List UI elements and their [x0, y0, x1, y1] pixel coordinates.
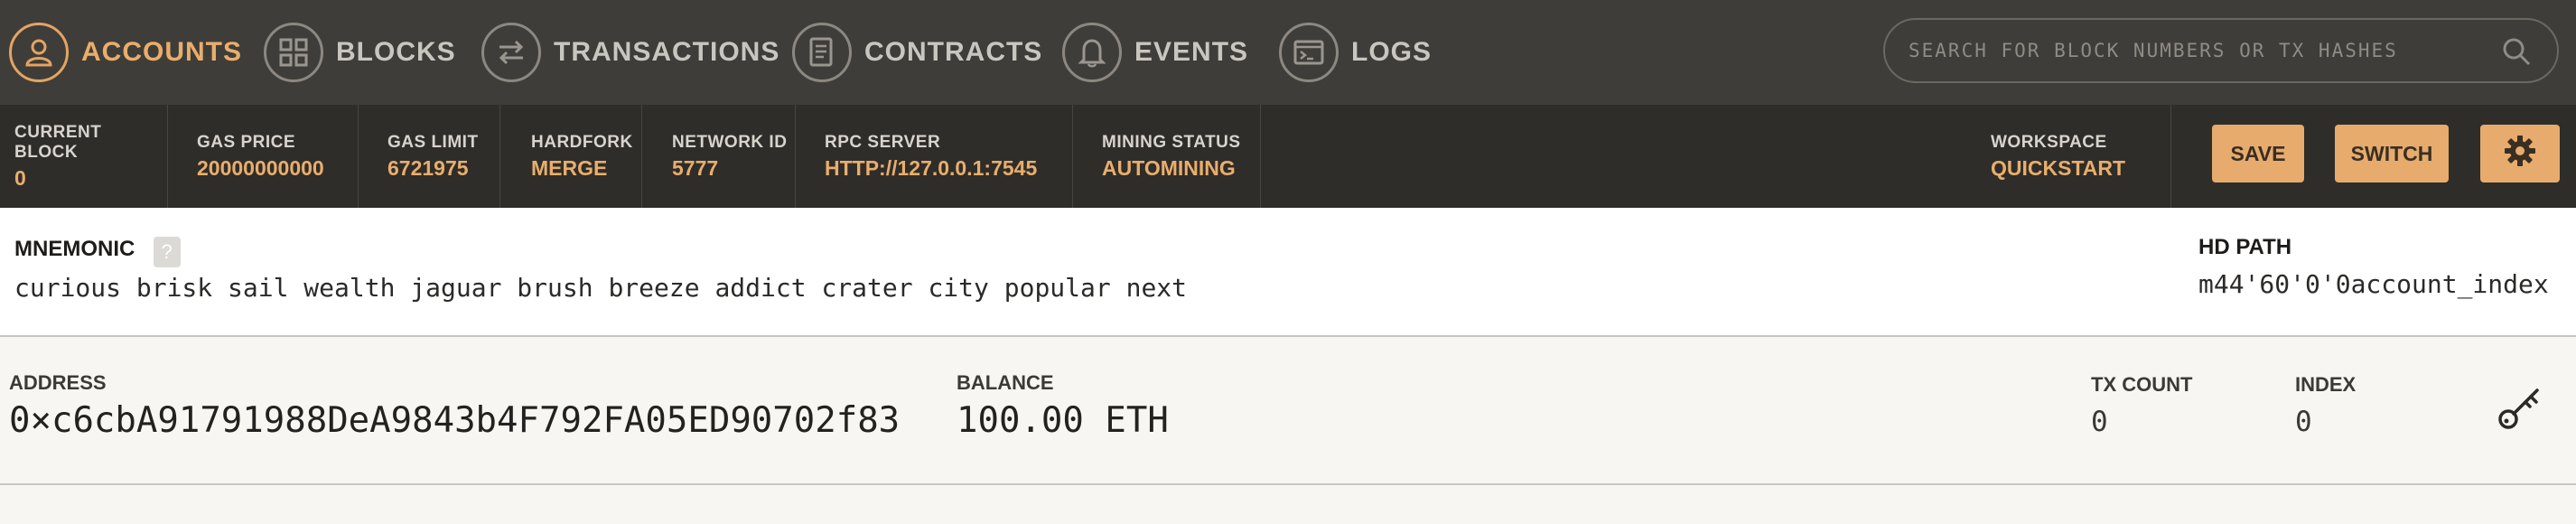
search-box	[1883, 18, 2559, 83]
stat-value: QUICKSTART	[1991, 155, 2126, 180]
stat-hardfork: HARDFORK MERGE	[500, 105, 642, 208]
top-navigation: ACCOUNTS BLOCKS TRANSACTIONS CONTRACTS E…	[0, 0, 2576, 105]
divider	[2170, 105, 2171, 208]
stat-mining-status: MINING STATUS AUTOMINING	[1073, 105, 1261, 208]
nav-transactions-label: TRANSACTIONS	[554, 37, 780, 67]
nav-logs-label: LOGS	[1351, 37, 1433, 67]
stat-value: AUTOMINING	[1102, 155, 1236, 180]
nav-logs[interactable]: LOGS	[1279, 16, 1432, 89]
balance-label: BALANCE	[957, 371, 1054, 394]
transfer-arrows-icon	[481, 23, 541, 82]
search-icon[interactable]	[2501, 36, 2532, 71]
stat-value: 0	[14, 165, 26, 190]
stat-label: GAS LIMIT	[387, 132, 479, 152]
stat-label: HARDFORK	[531, 132, 633, 152]
gear-icon	[2502, 133, 2538, 174]
stat-value: MERGE	[531, 155, 608, 180]
nav-events[interactable]: EVENTS	[1062, 16, 1248, 89]
account-row[interactable]: ADDRESS 0×c6cbA91791988DeA9843b4F792FA05…	[0, 337, 2576, 485]
settings-button[interactable]	[2480, 125, 2560, 182]
stat-current-block: CURRENT BLOCK 0	[0, 105, 168, 208]
mnemonic-label: MNEMONIC	[14, 237, 135, 262]
balance-value: 100.00 ETH	[957, 400, 1169, 441]
save-button[interactable]: SAVE	[2212, 125, 2304, 182]
stat-value: HTTP://127.0.0.1:7545	[825, 155, 1038, 180]
stat-value: 6721975	[387, 155, 469, 180]
stat-label: MINING STATUS	[1102, 132, 1241, 152]
bell-icon	[1062, 23, 1122, 82]
stat-label: RPC SERVER	[825, 132, 941, 152]
hd-path-value: m44'60'0'0account_index	[2198, 269, 2549, 299]
document-icon	[792, 23, 852, 82]
search-input[interactable]	[1907, 32, 2488, 70]
stat-workspace: WORKSPACE QUICKSTART	[1976, 105, 2175, 208]
hd-path-label: HD PATH	[2198, 235, 2292, 259]
nav-transactions[interactable]: TRANSACTIONS	[481, 16, 779, 89]
stat-label: GAS PRICE	[197, 132, 296, 152]
blocks-grid-icon	[264, 23, 323, 82]
stat-gas-price: GAS PRICE 20000000000	[168, 105, 359, 208]
nav-accounts-label: ACCOUNTS	[81, 37, 242, 67]
stat-gas-limit: GAS LIMIT 6721975	[359, 105, 500, 208]
index-label: INDEX	[2295, 373, 2357, 396]
switch-button[interactable]: SWITCH	[2335, 125, 2449, 182]
stat-value: 5777	[672, 155, 719, 180]
mnemonic-heading: MNEMONIC ?	[14, 237, 181, 267]
stat-label: CURRENT BLOCK	[14, 122, 102, 162]
nav-blocks-label: BLOCKS	[336, 37, 456, 67]
tx-count-label: TX COUNT	[2091, 373, 2193, 396]
nav-contracts-label: CONTRACTS	[864, 37, 1043, 67]
address-label: ADDRESS	[9, 371, 107, 394]
status-bar: CURRENT BLOCK 0 GAS PRICE 20000000000 GA…	[0, 105, 2576, 208]
stat-label: WORKSPACE	[1991, 132, 2107, 152]
stat-label: NETWORK ID	[672, 132, 788, 152]
stat-network-id: NETWORK ID 5777	[642, 105, 796, 208]
stat-rpc-server: RPC SERVER HTTP://127.0.0.1:7545	[796, 105, 1073, 208]
index-value: 0	[2295, 406, 2312, 438]
nav-accounts[interactable]: ACCOUNTS	[9, 16, 242, 89]
mnemonic-section: MNEMONIC ? curious brisk sail wealth jag…	[0, 208, 2576, 337]
nav-blocks[interactable]: BLOCKS	[264, 16, 456, 89]
person-icon	[9, 23, 69, 82]
tx-count-value: 0	[2091, 406, 2108, 438]
key-icon[interactable]	[2495, 382, 2545, 437]
address-value: 0×c6cbA91791988DeA9843b4F792FA05ED90702f…	[9, 400, 901, 441]
mnemonic-words: curious brisk sail wealth jaguar brush b…	[14, 273, 1188, 303]
nav-contracts[interactable]: CONTRACTS	[792, 16, 1042, 89]
terminal-icon	[1279, 23, 1339, 82]
help-icon[interactable]: ?	[153, 237, 181, 267]
nav-events-label: EVENTS	[1134, 37, 1249, 67]
stat-value: 20000000000	[197, 155, 324, 180]
